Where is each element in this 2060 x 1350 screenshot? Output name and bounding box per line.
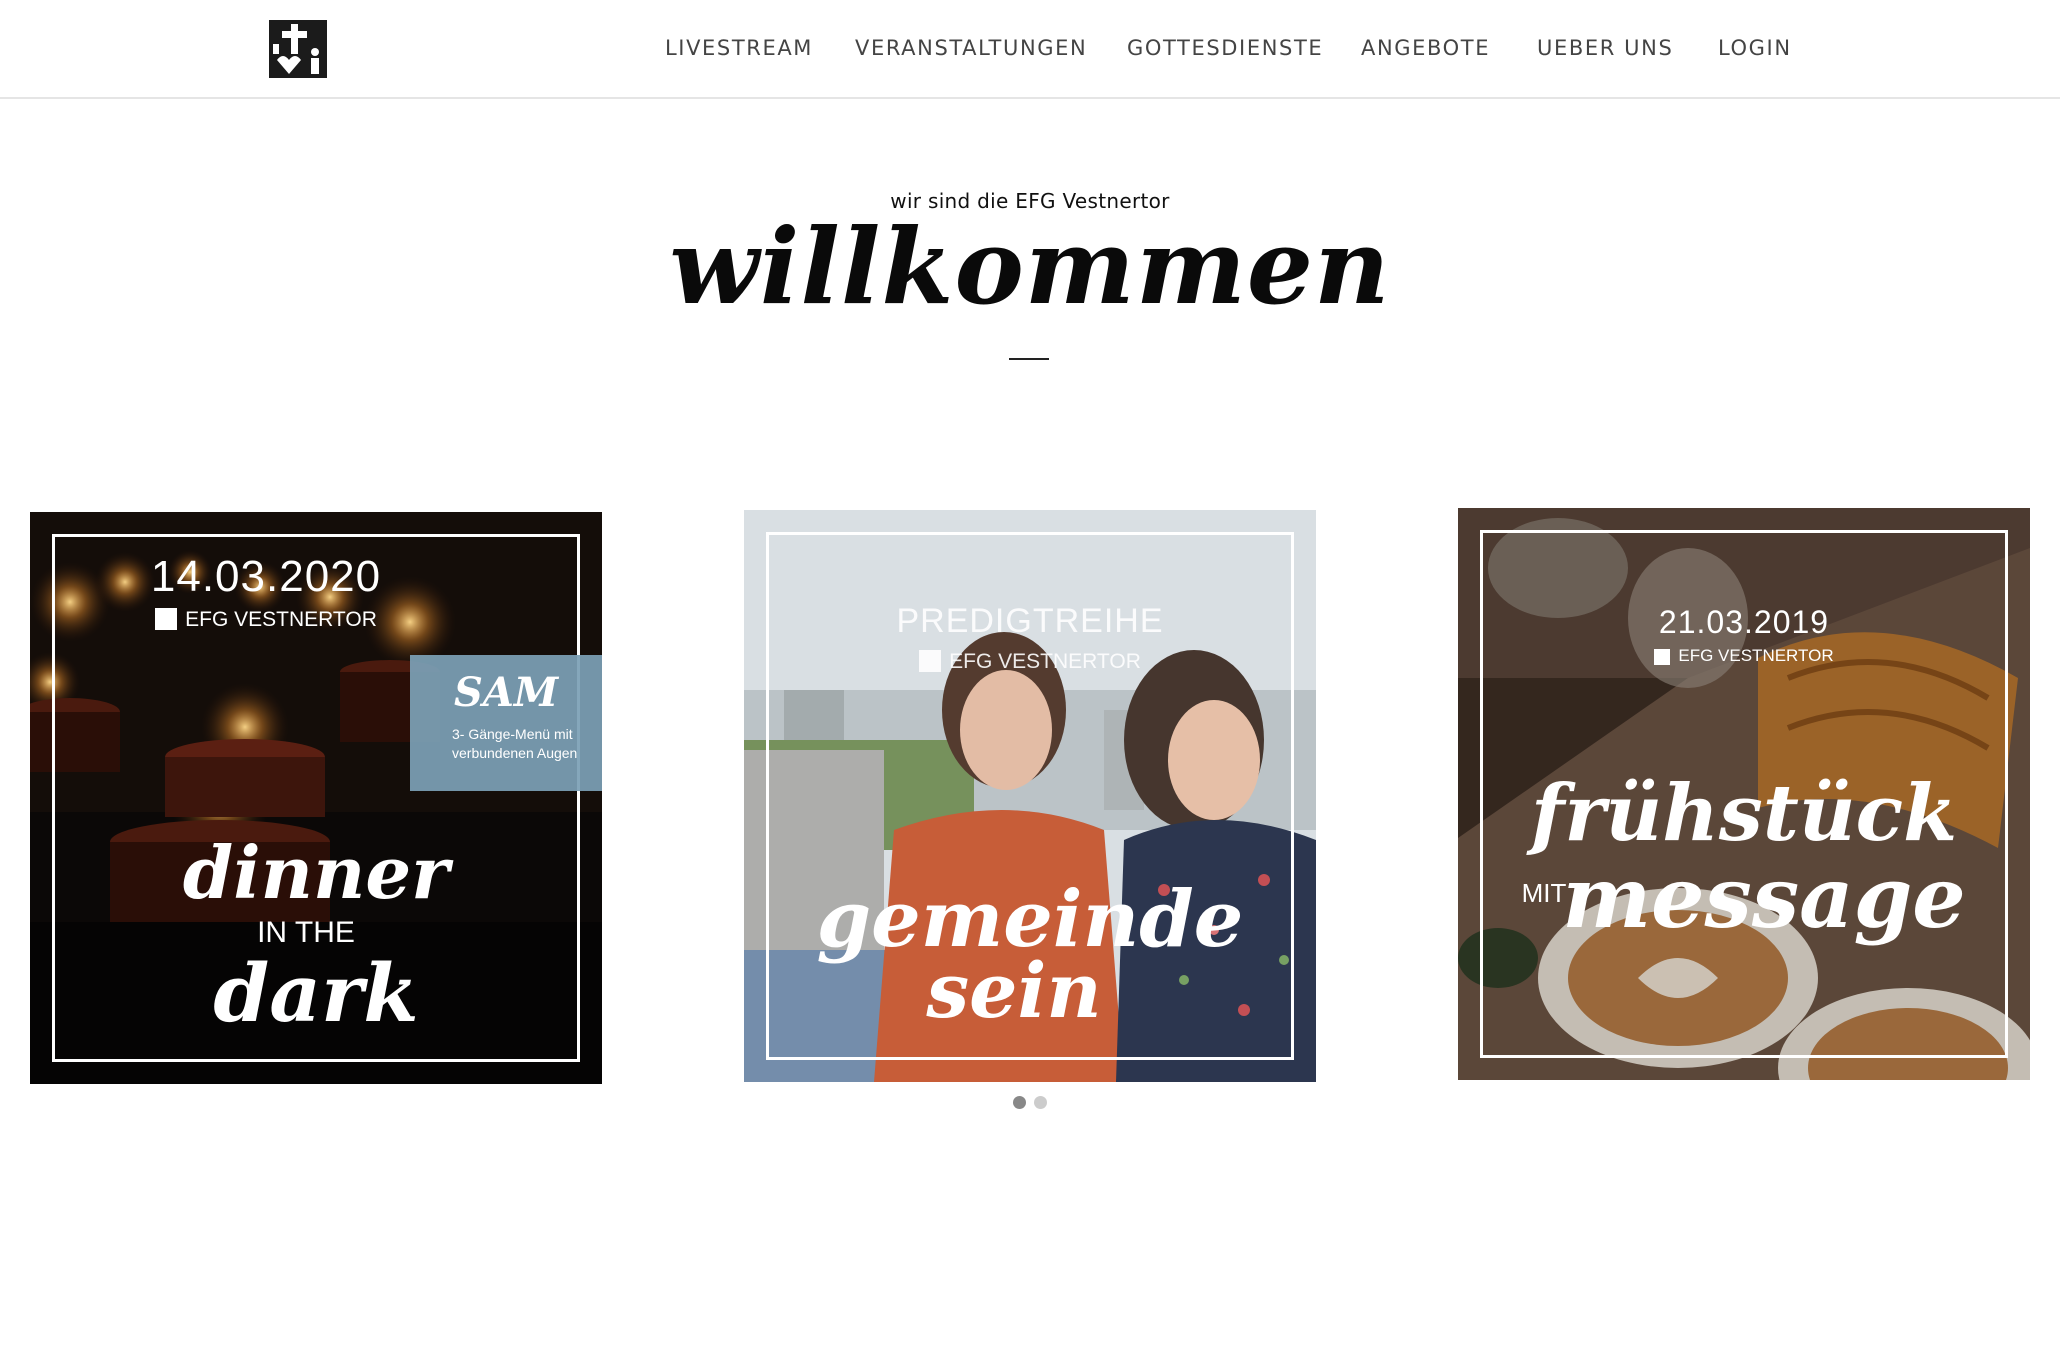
card-org: EFG VESTNERTOR <box>1678 646 1834 665</box>
carousel-dot-2[interactable] <box>1034 1096 1047 1109</box>
card-org-line: EFG VESTNERTOR <box>1458 646 2030 666</box>
card-org: EFG VESTNERTOR <box>185 608 377 631</box>
efg-mini-logo-icon <box>919 650 942 672</box>
card-kicker: PREDIGTREIHE <box>896 602 1164 640</box>
menu-badge: SAM 3- Gänge-Menü mit verbundenen Augen <box>410 655 602 791</box>
site-header: LIVESTREAM VERANSTALTUNGEN GOTTESDIENSTE… <box>0 0 2060 99</box>
card-script-2: message <box>1562 848 1966 947</box>
nav-livestream[interactable]: LIVESTREAM <box>665 36 813 60</box>
efg-vestnertor-logo[interactable] <box>269 20 327 78</box>
card-script-2: dark <box>213 946 419 1040</box>
efg-mini-logo-icon <box>1654 649 1671 665</box>
card-script-2: sein <box>926 946 1102 1035</box>
card-date: 21.03.2019 <box>1658 604 1830 640</box>
card-script-1: frühstück <box>1530 768 1958 859</box>
card-org: EFG VESTNERTOR <box>949 650 1141 673</box>
card-org-line: EFG VESTNERTOR <box>30 608 552 632</box>
event-card-dinner-in-the-dark[interactable]: SAM 3- Gänge-Menü mit verbundenen Augen … <box>30 512 602 1084</box>
event-card-gemeinde-sein[interactable]: PREDIGTREIHE EFG VESTNERTOR gemeinde sei… <box>744 510 1316 1082</box>
badge-text: 3- Gänge-Menü mit verbundenen Augen <box>452 726 578 761</box>
nav-login[interactable]: LOGIN <box>1718 36 1792 60</box>
nav-angebote[interactable]: ANGEBOTE <box>1361 36 1490 60</box>
nav-ueber-uns[interactable]: UEBER UNS <box>1537 36 1673 60</box>
card-script-1: dinner <box>182 830 450 915</box>
badge-title: SAM <box>454 669 559 716</box>
card-org-line: EFG VESTNERTOR <box>744 650 1316 674</box>
nav-veranstaltungen[interactable]: VERANSTALTUNGEN <box>855 36 1087 60</box>
carousel-dot-1[interactable] <box>1013 1096 1026 1109</box>
efg-mini-logo-icon <box>155 608 178 630</box>
event-card-fruehstueck-mit-message[interactable]: 21.03.2019 EFG VESTNERTOR frühstück MIT … <box>1458 508 2030 1080</box>
card-date: 14.03.2020 <box>150 552 382 601</box>
card-small-text: IN THE <box>257 916 355 949</box>
nav-gottesdienste[interactable]: GOTTESDIENSTE <box>1127 36 1323 60</box>
page-title: willkommen <box>669 205 1391 328</box>
title-divider <box>1009 358 1049 360</box>
